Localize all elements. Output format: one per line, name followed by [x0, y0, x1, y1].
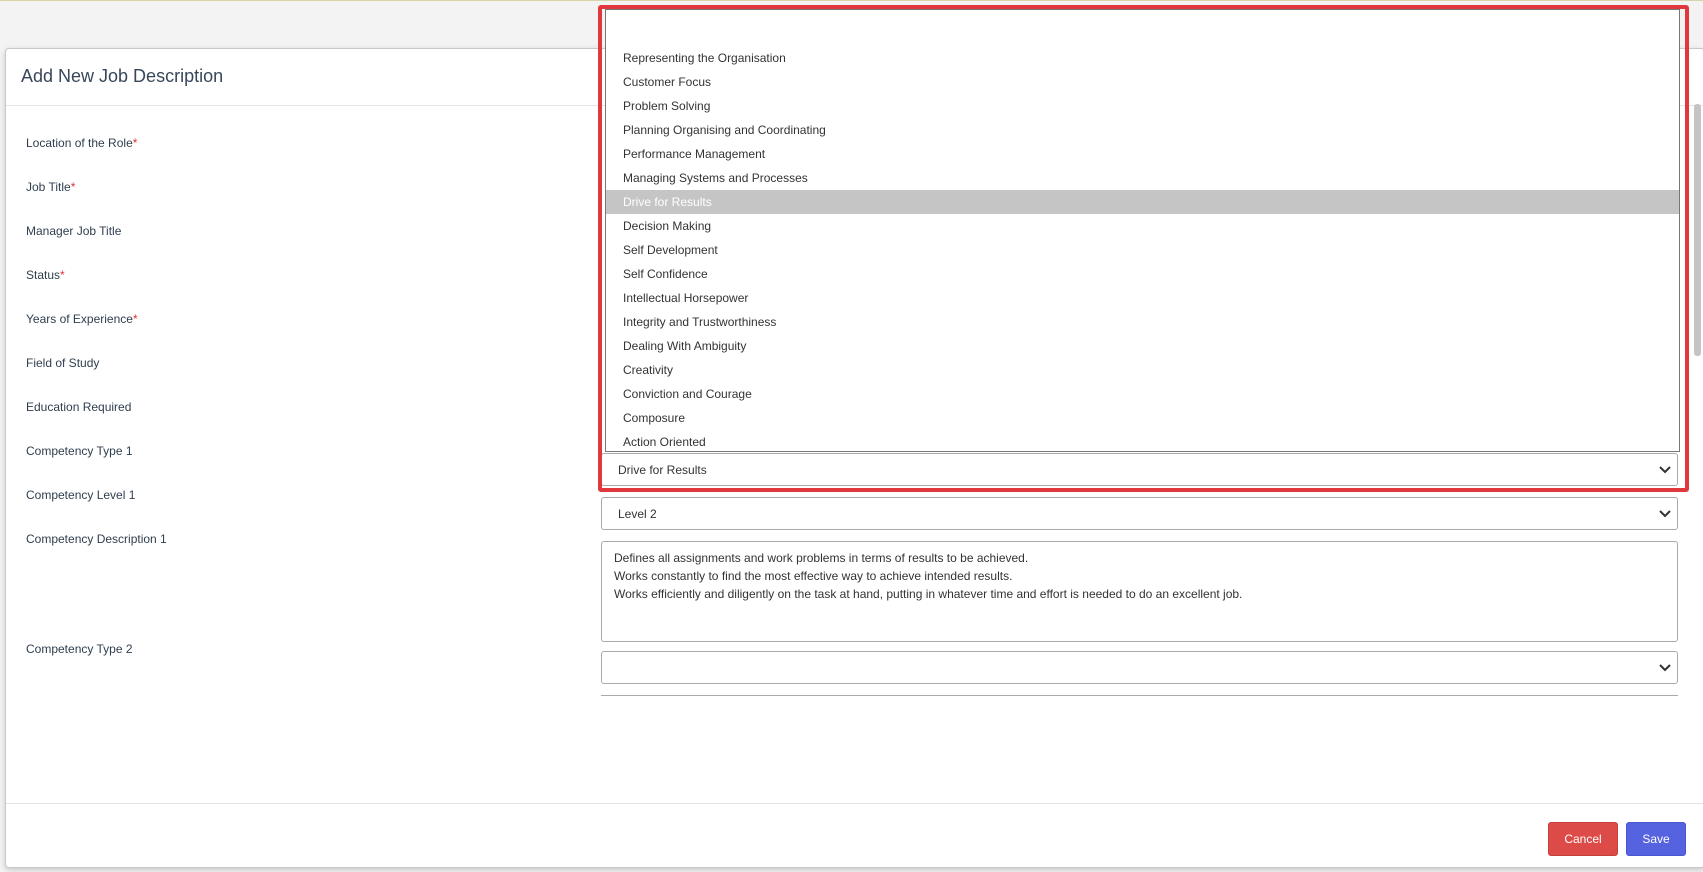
- status-label: Status*: [26, 268, 65, 282]
- dropdown-option[interactable]: Performance Management: [606, 142, 1679, 166]
- dropdown-option[interactable]: Composure: [606, 406, 1679, 430]
- competency-type-2-label: Competency Type 2: [26, 642, 133, 656]
- competency-type-1-value: Drive for Results: [618, 463, 707, 477]
- required-mark: *: [60, 268, 65, 282]
- field-of-study-label: Field of Study: [26, 356, 100, 370]
- dropdown-option[interactable]: Problem Solving: [606, 94, 1679, 118]
- job-title-label: Job Title*: [26, 180, 76, 194]
- competency-level-1-select[interactable]: Level 2: [601, 497, 1678, 530]
- competency-level-1-value: Level 2: [618, 507, 657, 521]
- education-required-label: Education Required: [26, 400, 132, 414]
- dropdown-option[interactable]: Intellectual Horsepower: [606, 286, 1679, 310]
- save-button[interactable]: Save: [1626, 822, 1686, 856]
- dropdown-option[interactable]: Dealing With Ambiguity: [606, 334, 1679, 358]
- competency-type-1-label: Competency Type 1: [26, 444, 133, 458]
- description-line: Defines all assignments and work problem…: [614, 551, 1029, 565]
- dropdown-option[interactable]: Action Oriented: [606, 430, 1679, 454]
- required-mark: *: [70, 180, 76, 194]
- dropdown-option[interactable]: Creativity: [606, 358, 1679, 382]
- next-field-edge: [601, 695, 1678, 696]
- competency-description-1-label: Competency Description 1: [26, 532, 167, 546]
- cancel-button[interactable]: Cancel: [1548, 822, 1618, 856]
- description-line: Works constantly to find the most effect…: [614, 569, 1013, 583]
- dropdown-option[interactable]: Customer Focus: [606, 70, 1679, 94]
- dropdown-option[interactable]: Conviction and Courage: [606, 382, 1679, 406]
- modal-title: Add New Job Description: [21, 66, 224, 86]
- dropdown-options: Representing the Organisation Customer Fo…: [606, 46, 1679, 454]
- chevron-down-icon: [1659, 510, 1671, 518]
- modal-footer-divider: [6, 803, 1703, 804]
- dropdown-option[interactable]: Self Confidence: [606, 262, 1679, 286]
- competency-type-1-select[interactable]: Drive for Results: [601, 453, 1678, 486]
- competency-type-1-dropdown: Representing the Organisation Customer Fo…: [605, 9, 1680, 452]
- dropdown-option[interactable]: Integrity and Trustworthiness: [606, 310, 1679, 334]
- required-mark: *: [132, 136, 138, 150]
- dropdown-option[interactable]: Managing Systems and Processes: [606, 166, 1679, 190]
- dropdown-option[interactable]: Planning Organising and Coordinating: [606, 118, 1679, 142]
- competency-type-2-select[interactable]: [601, 651, 1678, 684]
- competency-level-1-label: Competency Level 1: [26, 488, 136, 502]
- required-mark: *: [132, 312, 138, 326]
- description-line: Works efficiently and diligently on the …: [614, 587, 1243, 601]
- chevron-down-icon: [1659, 664, 1671, 672]
- dropdown-option[interactable]: Self Development: [606, 238, 1679, 262]
- modal-scrollbar[interactable]: [1694, 104, 1701, 356]
- dropdown-option[interactable]: Drive for Results: [606, 190, 1679, 214]
- years-experience-label: Years of Experience*: [26, 312, 138, 326]
- dropdown-option[interactable]: Representing the Organisation: [606, 46, 1679, 70]
- location-label: Location of the Role*: [26, 136, 138, 150]
- competency-description-1-textarea[interactable]: Defines all assignments and work problem…: [601, 541, 1678, 642]
- chevron-down-icon: [1659, 466, 1671, 474]
- dropdown-option[interactable]: Decision Making: [606, 214, 1679, 238]
- manager-job-title-label: Manager Job Title: [26, 224, 122, 238]
- top-border: [0, 0, 1703, 1]
